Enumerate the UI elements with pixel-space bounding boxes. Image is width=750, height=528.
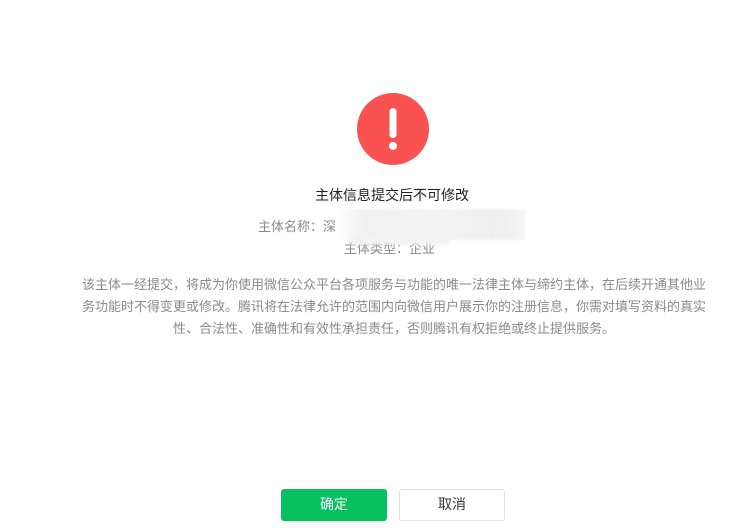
dialog-title: 主体信息提交后不可修改 <box>315 188 469 204</box>
subject-name-value: 深 <box>323 220 337 235</box>
dialog-description: 该主体一经提交，将成为你使用微信公众平台各项服务与功能的唯一法律主体与缔约主体，… <box>81 278 706 337</box>
confirm-dialog: 主体信息提交后不可修改 主体名称：深 主体类型：企业 该主体一经提交，将成为你使… <box>0 0 750 528</box>
subject-name-row: 主体名称：深 <box>258 219 336 237</box>
confirm-button[interactable]: 确定 <box>281 489 387 521</box>
exclamation-icon <box>357 93 429 165</box>
redaction-mask <box>350 236 450 245</box>
subject-name-label: 主体名称： <box>258 220 324 235</box>
cancel-button[interactable]: 取消 <box>399 489 505 521</box>
